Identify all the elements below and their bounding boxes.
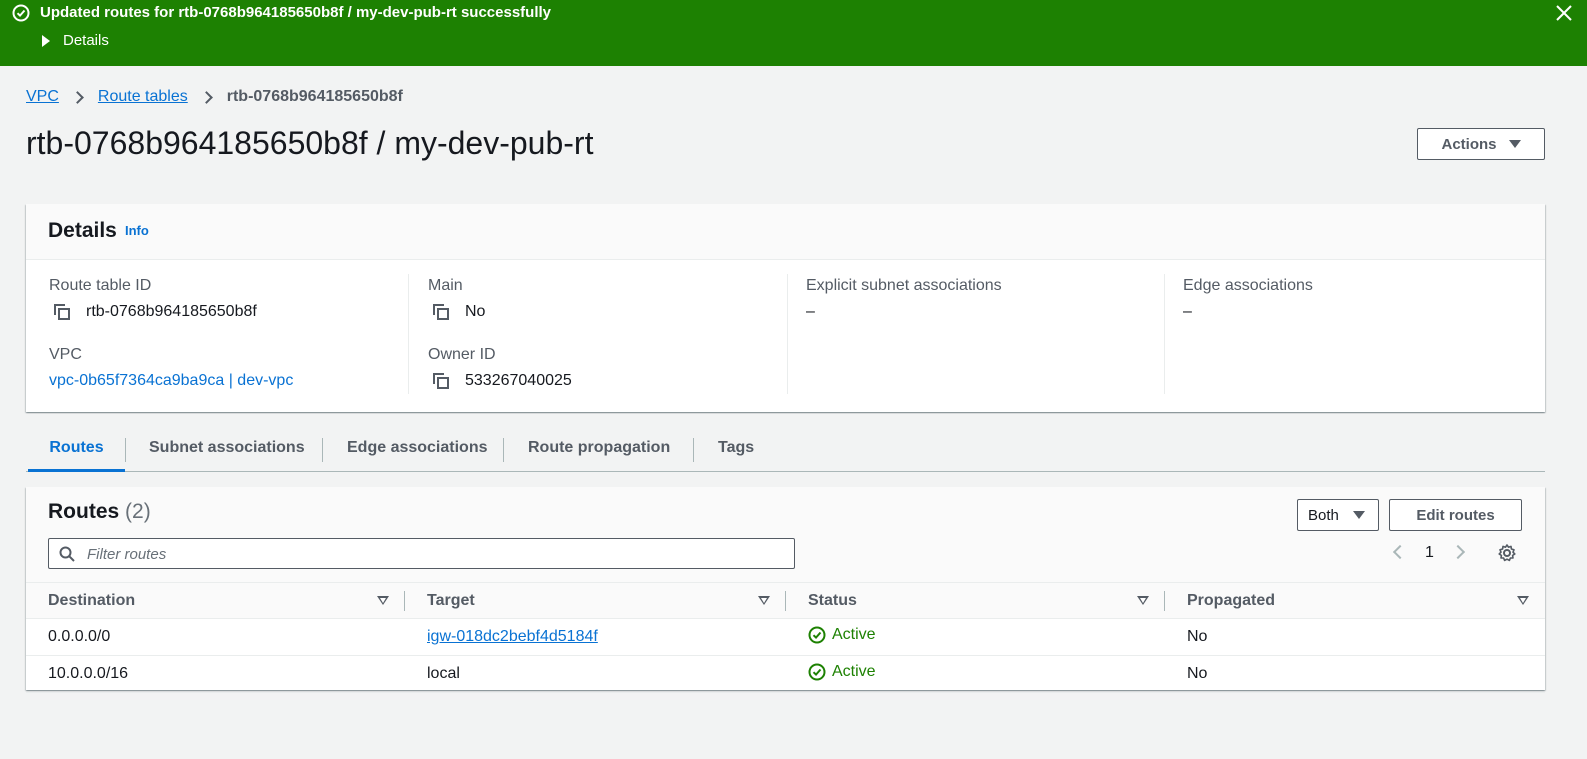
vpc-label: VPC [49,346,82,363]
routes-title: Routes [48,500,120,523]
status-badge: Active [808,663,876,681]
tab-tags[interactable]: Tags [718,430,754,471]
details-col-2: Main No Owner ID 533267040025 [408,274,787,394]
details-header: Details Info [26,204,1545,260]
info-link[interactable]: Info [125,223,149,238]
gear-icon[interactable] [1497,543,1517,563]
tab-bar: Routes Subnet associations Edge associat… [26,430,1545,472]
filter-routes-input[interactable] [87,543,777,565]
edge-associations-label: Edge associations [1183,277,1313,294]
tab-divider [693,438,694,462]
next-page-icon[interactable] [1450,544,1466,560]
tab-route-propagation[interactable]: Route propagation [528,430,670,471]
details-panel: Details Info Route table ID rtb-0768b964… [26,204,1545,412]
tab-subnet-associations[interactable]: Subnet associations [149,430,305,471]
target-cell: igw-018dc2bebf4d5184f [405,618,786,656]
vpc-link[interactable]: vpc-0b65f7364ca9ba9ca | dev-vpc [49,371,293,391]
caret-down-icon [1352,511,1365,519]
main-label: Main [428,277,463,294]
sort-icon[interactable] [1137,596,1149,605]
status-badge: Active [808,626,876,644]
breadcrumb-route-tables-link[interactable]: Route tables [98,87,188,107]
success-flash-banner: Updated routes for rtb-0768b964185650b8f… [0,0,1587,66]
breadcrumb-vpc-link[interactable]: VPC [26,87,59,107]
propagated-cell: No [1165,618,1545,656]
propagated-cell: No [1165,655,1545,693]
details-col-1: Route table ID rtb-0768b964185650b8f VPC… [26,274,406,394]
flash-message: Updated routes for rtb-0768b964185650b8f… [40,4,551,21]
filter-routes [48,538,795,569]
actions-button[interactable]: Actions [1417,128,1545,160]
status-success-icon [808,626,826,643]
flash-details-label: Details [63,32,109,49]
copy-icon[interactable] [52,302,72,322]
status-cell: Active [786,618,1165,656]
edit-routes-button[interactable]: Edit routes [1389,499,1522,531]
route-filter-select-value: Both [1308,506,1339,524]
sort-icon[interactable] [1517,596,1529,605]
caret-right-icon [42,35,50,47]
status-success-icon [808,663,826,680]
table-row: 0.0.0.0/0 igw-018dc2bebf4d5184f Active N… [26,618,1545,656]
routes-heading: Routes (2) [48,499,151,525]
explicit-subnet-value: – [806,303,815,320]
page-number[interactable]: 1 [1425,543,1434,563]
flash-details-toggle[interactable]: Details [40,32,109,50]
tab-divider [503,438,504,462]
destination-cell: 10.0.0.0/16 [26,655,405,693]
sort-icon[interactable] [377,596,389,605]
main-value: No [465,303,486,320]
owner-id-label: Owner ID [428,346,496,363]
status-cell: Active [786,655,1165,693]
target-cell: local [405,655,786,693]
column-header-propagated[interactable]: Propagated [1165,582,1545,619]
target-link[interactable]: igw-018dc2bebf4d5184f [427,628,598,645]
table-row: 10.0.0.0/16 local Active No [26,655,1545,693]
details-col-4: Edge associations – [1164,274,1544,394]
routes-count: (2) [125,500,151,523]
previous-page-icon[interactable] [1392,544,1408,560]
routes-panel: Routes (2) Both Edit routes 1 Destina [26,487,1545,693]
chevron-right-icon [71,90,84,104]
destination-cell: 0.0.0.0/0 [26,618,405,656]
route-table-id-value: rtb-0768b964185650b8f [86,303,257,320]
explicit-subnet-label: Explicit subnet associations [806,277,1002,294]
sort-icon[interactable] [758,596,770,605]
details-heading: Details [48,219,117,242]
actions-label: Actions [1441,135,1497,153]
chevron-right-icon [199,90,213,104]
tab-divider [322,438,323,462]
copy-icon[interactable] [431,371,451,391]
tab-routes[interactable]: Routes [28,430,125,472]
details-col-3: Explicit subnet associations – [787,274,1164,394]
owner-id-value: 533267040025 [465,372,572,389]
column-header-target[interactable]: Target [405,582,786,619]
tab-edge-associations[interactable]: Edge associations [347,430,488,471]
caret-down-icon [1508,140,1521,148]
route-filter-select[interactable]: Both [1297,499,1379,531]
column-header-status[interactable]: Status [786,582,1165,619]
page-title: rtb-0768b964185650b8f / my-dev-pub-rt [26,125,594,161]
edge-associations-value: – [1183,303,1192,320]
column-header-destination[interactable]: Destination [26,582,405,619]
route-table-id-label: Route table ID [49,277,152,294]
breadcrumb-current: rtb-0768b964185650b8f [226,88,403,105]
close-icon[interactable] [1555,4,1573,22]
routes-header: Routes (2) Both Edit routes 1 [26,487,1545,582]
routes-table: Destination Target Status Propagated 0.0… [26,582,1545,693]
breadcrumb: VPC Route tables rtb-0768b964185650b8f [26,87,403,107]
search-icon [59,546,75,562]
copy-icon[interactable] [431,302,451,322]
success-check-icon [12,4,30,22]
tab-divider [125,438,126,462]
